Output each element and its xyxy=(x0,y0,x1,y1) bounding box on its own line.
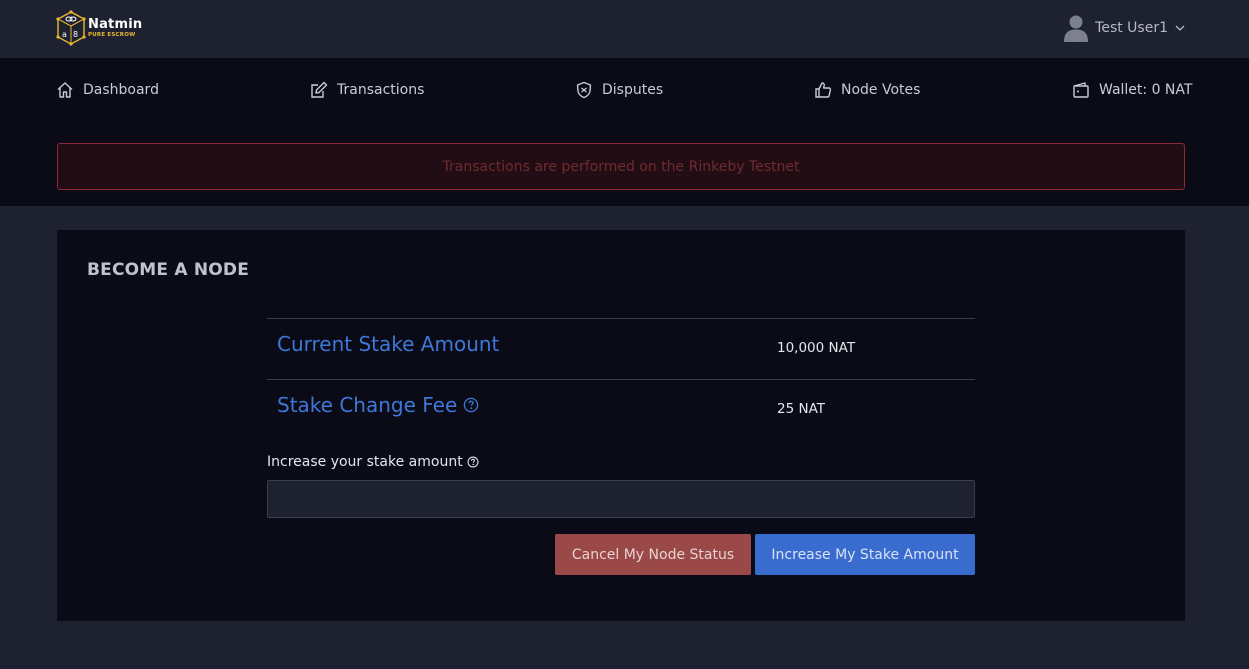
testnet-notice-text: Transactions are performed on the Rinkeb… xyxy=(442,158,800,175)
thumbs-up-icon xyxy=(815,82,832,98)
wallet-icon xyxy=(1073,82,1089,98)
natmin-logo[interactable]: a 8 Natmin PURE ESCROW xyxy=(56,10,143,46)
logo-name: Natmin xyxy=(88,17,143,32)
natmin-logo-icon: a 8 xyxy=(56,10,86,46)
stake-fee-row: Stake Change Fee 25 NAT xyxy=(267,379,975,440)
become-node-card: BECOME A NODE Current Stake Amount 10,00… xyxy=(57,230,1185,621)
user-menu[interactable]: Test User1 xyxy=(1063,14,1186,42)
shield-icon xyxy=(576,81,592,99)
svg-text:a: a xyxy=(62,30,67,39)
chevron-down-icon xyxy=(1175,25,1185,31)
question-circle-icon[interactable] xyxy=(467,456,479,468)
card-title: BECOME A NODE xyxy=(87,260,250,280)
current-stake-row: Current Stake Amount 10,000 NAT xyxy=(267,318,975,379)
nav-wallet-label: Wallet: 0 NAT xyxy=(1099,82,1193,98)
question-circle-icon[interactable] xyxy=(463,397,479,413)
edit-icon xyxy=(311,81,328,98)
nav-wallet[interactable]: Wallet: 0 NAT xyxy=(1072,79,1192,101)
nav-band: Dashboard Transactions Disputes Node Vot… xyxy=(0,58,1249,206)
nav-transactions-label: Transactions xyxy=(337,82,425,98)
increase-stake-label-text: Increase your stake amount xyxy=(267,454,463,470)
user-name: Test User1 xyxy=(1095,20,1168,36)
svg-text:8: 8 xyxy=(73,30,78,39)
increase-stake-button[interactable]: Increase My Stake Amount xyxy=(755,534,975,575)
nav-disputes[interactable]: Disputes xyxy=(575,79,663,101)
current-stake-label: Current Stake Amount xyxy=(277,332,499,356)
nav-node-votes-label: Node Votes xyxy=(841,82,921,98)
logo-tagline: PURE ESCROW xyxy=(88,32,136,38)
cancel-node-status-button[interactable]: Cancel My Node Status xyxy=(555,534,751,575)
nav-dashboard-label: Dashboard xyxy=(83,82,159,98)
user-avatar-icon xyxy=(1064,15,1089,42)
nav-disputes-label: Disputes xyxy=(602,82,664,98)
stake-fee-label-text: Stake Change Fee xyxy=(277,393,458,417)
nav-dashboard[interactable]: Dashboard xyxy=(56,79,159,101)
current-stake-value: 10,000 NAT xyxy=(777,340,856,356)
increase-stake-label: Increase your stake amount xyxy=(267,454,479,470)
current-stake-label-text: Current Stake Amount xyxy=(277,332,500,356)
nav-node-votes[interactable]: Node Votes xyxy=(814,79,920,101)
home-icon xyxy=(57,82,73,98)
stake-fee-label: Stake Change Fee xyxy=(277,393,479,417)
testnet-notice: Transactions are performed on the Rinkeb… xyxy=(57,143,1185,190)
increase-stake-input[interactable] xyxy=(267,480,975,518)
stake-fee-value: 25 NAT xyxy=(777,401,826,417)
top-bar: a 8 Natmin PURE ESCROW Test User1 xyxy=(0,0,1249,58)
nav-transactions[interactable]: Transactions xyxy=(310,79,424,101)
